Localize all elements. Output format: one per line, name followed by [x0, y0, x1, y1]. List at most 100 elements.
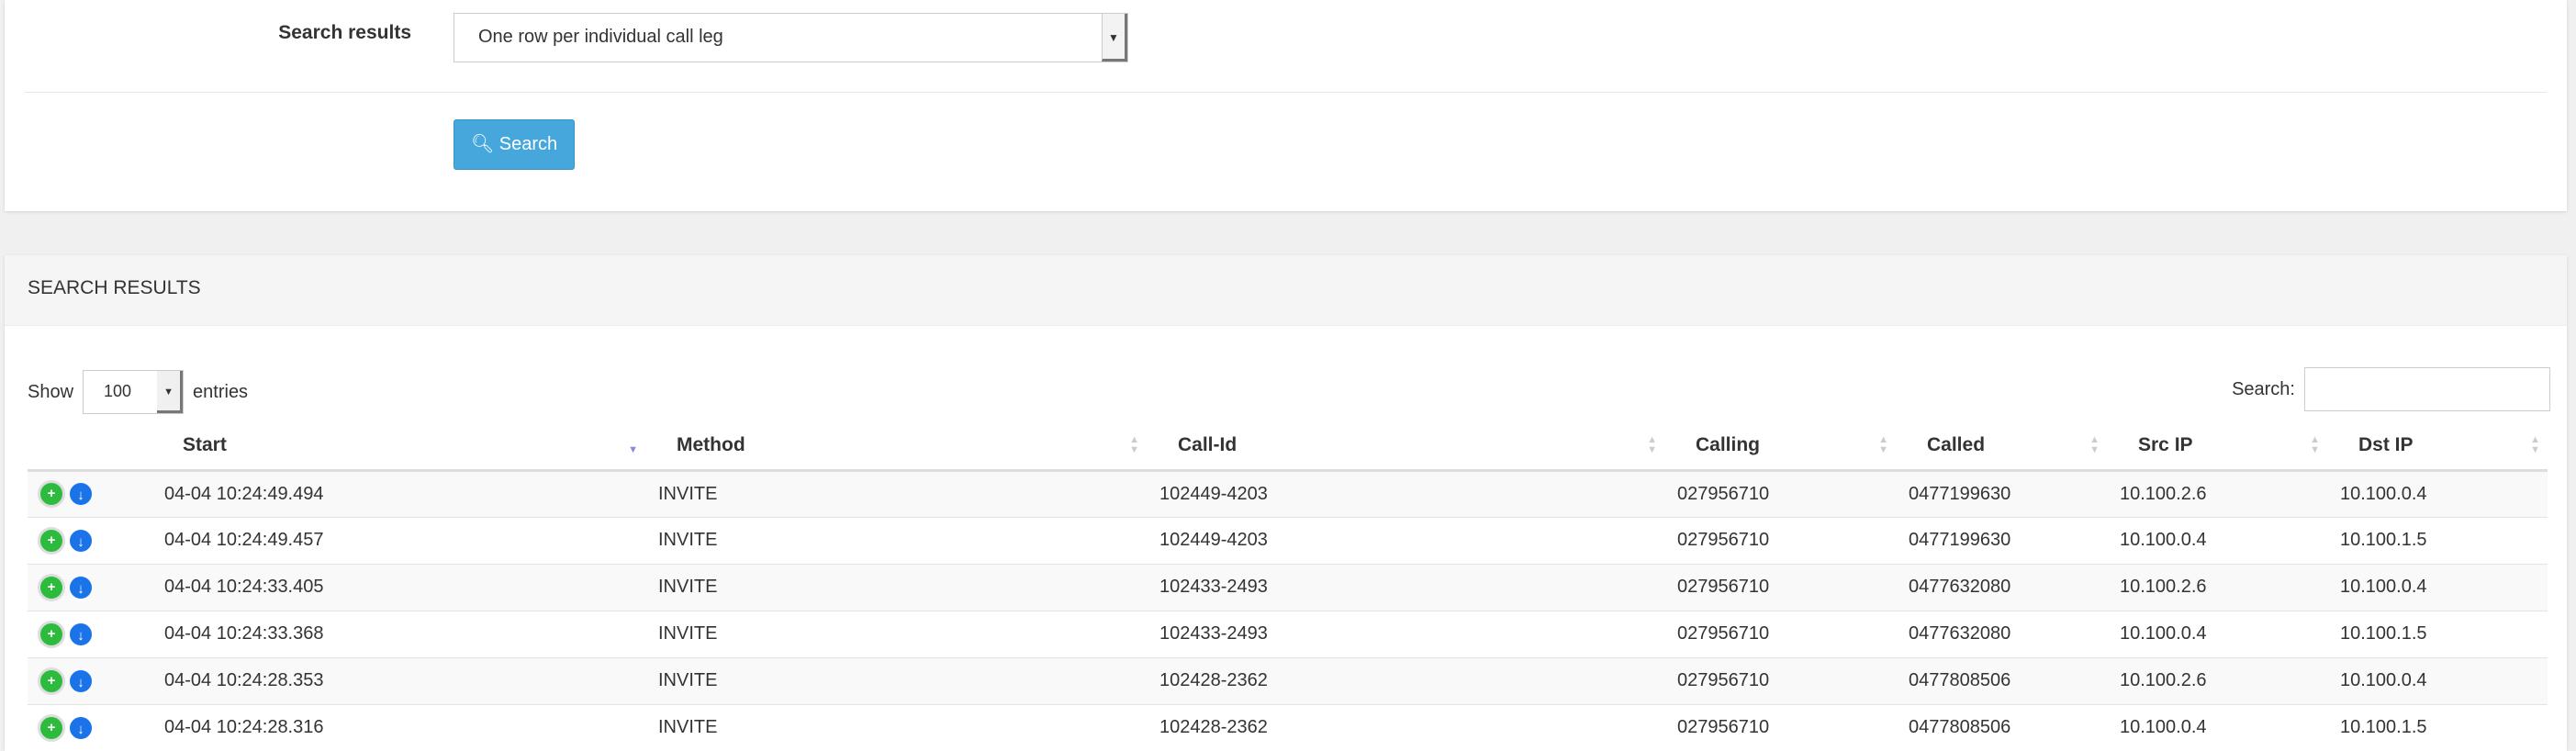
column-header-label: Calling	[1696, 434, 1761, 456]
cell-start: 04-04 10:24:33.368	[151, 610, 645, 657]
sort-icon: ▲ ▼	[1129, 434, 1139, 455]
search-icon: 🔍︎	[470, 134, 495, 154]
cell-calling: 027956710	[1664, 469, 1896, 517]
cell-start: 04-04 10:24:33.405	[151, 563, 645, 611]
cell-calling: 027956710	[1664, 703, 1896, 751]
panel-title: SEARCH RESULTS	[5, 255, 2567, 326]
cell-called: 0477199630	[1896, 469, 2107, 517]
add-circle-icon[interactable]: +	[40, 483, 62, 505]
cell-dst-ip: 10.100.0.4	[2327, 563, 2548, 611]
table-row[interactable]: + ↓ 04-04 10:24:49.494 INVITE 102449-4203 027…	[28, 469, 2548, 517]
sort-icon: ▲ ▼	[1647, 434, 1657, 455]
chevron-down-icon: ▼	[157, 371, 184, 413]
column-header-label: Called	[1927, 434, 1986, 456]
cell-called: 0477632080	[1896, 563, 2107, 611]
column-header-method[interactable]: Method ▲ ▼	[645, 422, 1147, 472]
table-row[interactable]: + ↓ 04-04 10:24:28.316 INVITE 102428-2362 027…	[28, 703, 2548, 751]
cell-method: INVITE	[645, 656, 1147, 704]
column-header-start[interactable]: Start ▼	[151, 422, 645, 472]
download-icon[interactable]: ↓	[70, 576, 92, 599]
show-label: Show	[28, 381, 74, 402]
sort-icon: ▲ ▼	[1878, 434, 1888, 455]
cell-call-id: 102433-2493	[1147, 563, 1664, 611]
add-circle-icon[interactable]: +	[40, 576, 62, 599]
download-icon[interactable]: ↓	[70, 669, 92, 692]
download-icon[interactable]: ↓	[70, 622, 92, 645]
search-label: Search:	[2232, 378, 2295, 399]
entries-length-control: Show 100 ▼ entries	[28, 370, 248, 414]
cell-call-id: 102433-2493	[1147, 610, 1664, 657]
column-header-called[interactable]: Called ▲ ▼	[1896, 422, 2107, 472]
row-actions: + ↓	[28, 469, 151, 517]
cell-src-ip: 10.100.2.6	[2107, 656, 2327, 704]
select-value: One row per individual call leg	[478, 27, 723, 47]
download-icon[interactable]: ↓	[70, 483, 92, 505]
search-button-label: Search	[498, 134, 558, 154]
results-table: Start ▼ Method ▲ ▼ Call-Id ▲ ▼ Calling ▲ ▼ Called ▲ ▼…	[28, 422, 2548, 751]
cell-calling: 027956710	[1664, 516, 1896, 564]
actions-header	[28, 422, 151, 472]
add-circle-icon[interactable]: +	[40, 529, 62, 552]
cell-src-ip: 10.100.2.6	[2107, 469, 2327, 517]
search-results-select[interactable]: One row per individual call leg ▼	[454, 13, 1128, 62]
table-row[interactable]: + ↓ 04-04 10:24:33.368 INVITE 102433-2493 027…	[28, 610, 2548, 657]
search-button[interactable]: 🔍︎ Search	[454, 119, 575, 170]
cell-called: 0477632080	[1896, 610, 2107, 657]
table-search: Search:	[2232, 367, 2550, 411]
chevron-down-icon: ▼	[1102, 14, 1127, 62]
search-results-panel: SEARCH RESULTS Show 100 ▼ entries Search:…	[5, 255, 2567, 751]
cell-calling: 027956710	[1664, 610, 1896, 657]
cell-start: 04-04 10:24:28.316	[151, 703, 645, 751]
column-header-label: Src IP	[2138, 434, 2193, 456]
cell-calling: 027956710	[1664, 656, 1896, 704]
column-header-label: Start	[183, 434, 227, 456]
cell-start: 04-04 10:24:28.353	[151, 656, 645, 704]
add-circle-icon[interactable]: +	[40, 622, 62, 645]
cell-src-ip: 10.100.2.6	[2107, 563, 2327, 611]
row-actions: + ↓	[28, 563, 151, 611]
column-header-label: Method	[677, 434, 745, 456]
cell-dst-ip: 10.100.1.5	[2327, 703, 2548, 751]
column-header-src-ip[interactable]: Src IP ▲ ▼	[2107, 422, 2327, 472]
cell-call-id: 102449-4203	[1147, 516, 1664, 564]
cell-method: INVITE	[645, 469, 1147, 517]
sort-icon: ▲ ▼	[2310, 434, 2320, 455]
table-row[interactable]: + ↓ 04-04 10:24:49.457 INVITE 102449-4203 027…	[28, 516, 2548, 564]
row-actions: + ↓	[28, 703, 151, 751]
cell-call-id: 102428-2362	[1147, 656, 1664, 704]
table-search-input[interactable]	[2304, 367, 2550, 411]
cell-src-ip: 10.100.0.4	[2107, 703, 2327, 751]
search-results-label: Search results	[278, 22, 411, 43]
column-header-calling[interactable]: Calling ▲ ▼	[1664, 422, 1896, 472]
cell-call-id: 102428-2362	[1147, 703, 1664, 751]
cell-dst-ip: 10.100.0.4	[2327, 469, 2548, 517]
entries-value: 100	[104, 382, 132, 400]
sort-desc-icon: ▼	[628, 444, 638, 455]
cell-dst-ip: 10.100.0.4	[2327, 656, 2548, 704]
download-icon[interactable]: ↓	[70, 529, 92, 552]
search-form-panel: Search results One row per individual ca…	[5, 0, 2567, 211]
cell-src-ip: 10.100.0.4	[2107, 610, 2327, 657]
column-header-label: Dst IP	[2358, 434, 2414, 456]
entries-select[interactable]: 100 ▼	[83, 370, 185, 414]
table-row[interactable]: + ↓ 04-04 10:24:33.405 INVITE 102433-2493 027…	[28, 563, 2548, 611]
row-actions: + ↓	[28, 516, 151, 564]
table-row[interactable]: + ↓ 04-04 10:24:28.353 INVITE 102428-2362 027…	[28, 656, 2548, 704]
cell-method: INVITE	[645, 516, 1147, 564]
entries-label: entries	[193, 381, 249, 402]
add-circle-icon[interactable]: +	[40, 716, 62, 739]
cell-method: INVITE	[645, 563, 1147, 611]
column-header-call-id[interactable]: Call-Id ▲ ▼	[1147, 422, 1664, 472]
divider	[25, 92, 2547, 93]
cell-called: 0477808506	[1896, 656, 2107, 704]
cell-method: INVITE	[645, 610, 1147, 657]
add-circle-icon[interactable]: +	[40, 669, 62, 692]
cell-calling: 027956710	[1664, 563, 1896, 611]
cell-src-ip: 10.100.0.4	[2107, 516, 2327, 564]
cell-start: 04-04 10:24:49.494	[151, 469, 645, 517]
download-icon[interactable]: ↓	[70, 716, 92, 739]
cell-dst-ip: 10.100.1.5	[2327, 610, 2548, 657]
cell-call-id: 102449-4203	[1147, 469, 1664, 517]
sort-icon: ▲ ▼	[2530, 434, 2540, 455]
column-header-dst-ip[interactable]: Dst IP ▲ ▼	[2327, 422, 2548, 472]
